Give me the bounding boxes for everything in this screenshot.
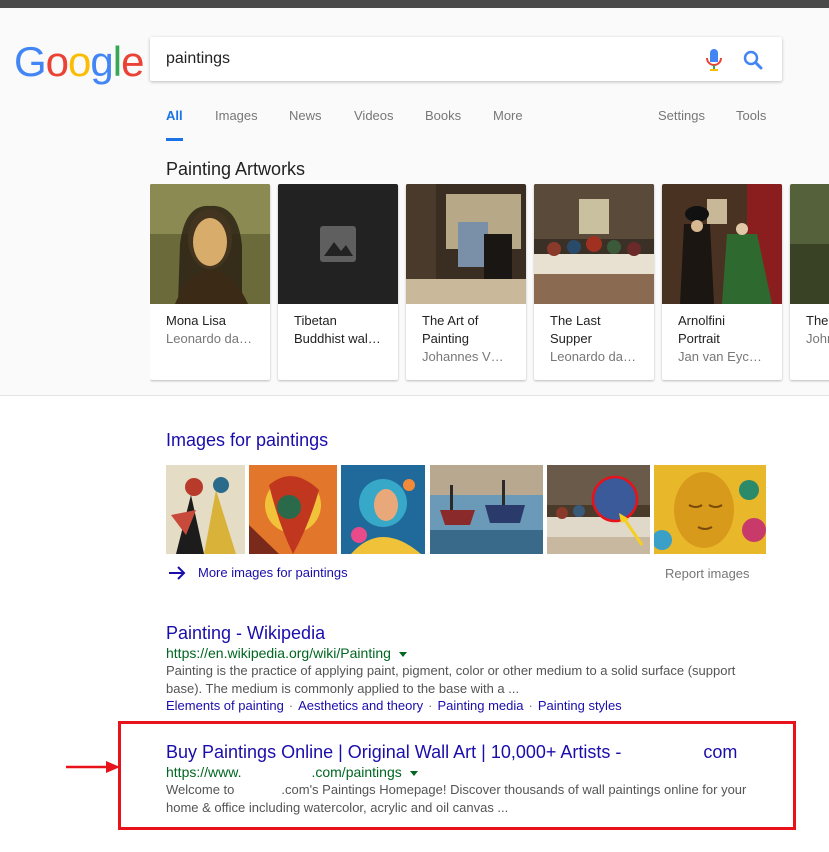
report-images-link[interactable]: Report images (665, 566, 750, 581)
arrow-right-icon (66, 761, 120, 773)
tab-settings[interactable]: Settings (658, 108, 705, 123)
google-logo[interactable]: Google (14, 38, 144, 86)
tab-videos[interactable]: Videos (354, 108, 394, 123)
images-section-title[interactable]: Images for paintings (166, 430, 328, 451)
image-thumbnail[interactable] (166, 465, 245, 554)
artwork-card[interactable]: Tibetan Buddhist wal… (278, 184, 398, 380)
window-top-bar (0, 0, 829, 8)
microphone-icon[interactable] (706, 49, 722, 71)
artwork-thumbnail (150, 184, 270, 304)
highlight-box (118, 721, 796, 830)
artwork-card[interactable]: The John (790, 184, 829, 380)
sitelink[interactable]: Painting styles (538, 698, 622, 713)
image-thumbnail[interactable] (654, 465, 766, 554)
sitelink[interactable]: Painting media (438, 698, 524, 713)
tab-books[interactable]: Books (425, 108, 461, 123)
artwork-thumbnail (278, 184, 398, 304)
artwork-carousel: Mona Lisa Leonardo da… Tibetan Buddhist … (150, 184, 829, 384)
artwork-artist: John (806, 331, 829, 346)
image-thumbnail[interactable] (341, 465, 425, 554)
artwork-title: Tibetan Buddhist wal… (294, 313, 381, 346)
more-images-label: More images for paintings (198, 565, 348, 580)
tab-images[interactable]: Images (215, 108, 258, 123)
artwork-thumbnail (406, 184, 526, 304)
artwork-title: Mona Lisa (166, 313, 226, 328)
artwork-artist: Leonardo da… (550, 349, 637, 364)
tab-more[interactable]: More (493, 108, 523, 123)
artwork-artist: Johannes V… (422, 349, 504, 364)
chevron-down-icon[interactable] (398, 651, 407, 657)
result-title[interactable]: Painting - Wikipedia (166, 623, 325, 644)
result-sitelinks: Elements of painting · Aesthetics and theo… (166, 698, 622, 713)
tab-all[interactable]: All (166, 108, 183, 141)
artwork-artist: Jan van Eyc… (678, 349, 762, 364)
arrow-right-icon (169, 566, 186, 580)
artwork-title: The Art of Painting (422, 313, 479, 346)
tab-news[interactable]: News (289, 108, 322, 123)
artwork-thumbnail (662, 184, 782, 304)
search-icon[interactable] (742, 49, 764, 71)
artwork-thumbnail (790, 184, 829, 304)
knowledge-panel-title: Painting Artworks (166, 159, 306, 179)
sitelink[interactable]: Aesthetics and theory (298, 698, 423, 713)
sitelink[interactable]: Elements of painting (166, 698, 284, 713)
artwork-title: The (806, 313, 829, 328)
artwork-card[interactable]: Mona Lisa Leonardo da… (150, 184, 270, 380)
artwork-card[interactable]: Arnolfini Portrait Jan van Eyc… (662, 184, 782, 380)
artwork-card[interactable]: The Art of Painting Johannes V… (406, 184, 526, 380)
artwork-thumbnail (534, 184, 654, 304)
search-input[interactable] (166, 37, 686, 81)
result-snippet: Painting is the practice of applying pai… (166, 663, 736, 696)
artwork-artist: Leonardo da… (166, 331, 253, 346)
artwork-card[interactable]: The Last Supper Leonardo da… (534, 184, 654, 380)
tab-tools[interactable]: Tools (736, 108, 766, 123)
artwork-title: Arnolfini Portrait (678, 313, 725, 346)
result-url-text: https://en.wikipedia.org/wiki/Painting (166, 645, 391, 661)
image-thumbnail[interactable] (249, 465, 337, 554)
image-thumbnail[interactable] (547, 465, 650, 554)
search-box[interactable] (150, 37, 782, 81)
result-url: https://en.wikipedia.org/wiki/Painting (166, 645, 407, 661)
image-thumbnail[interactable] (430, 465, 543, 554)
artwork-title: The Last Supper (550, 313, 601, 346)
image-placeholder-icon (320, 226, 356, 262)
